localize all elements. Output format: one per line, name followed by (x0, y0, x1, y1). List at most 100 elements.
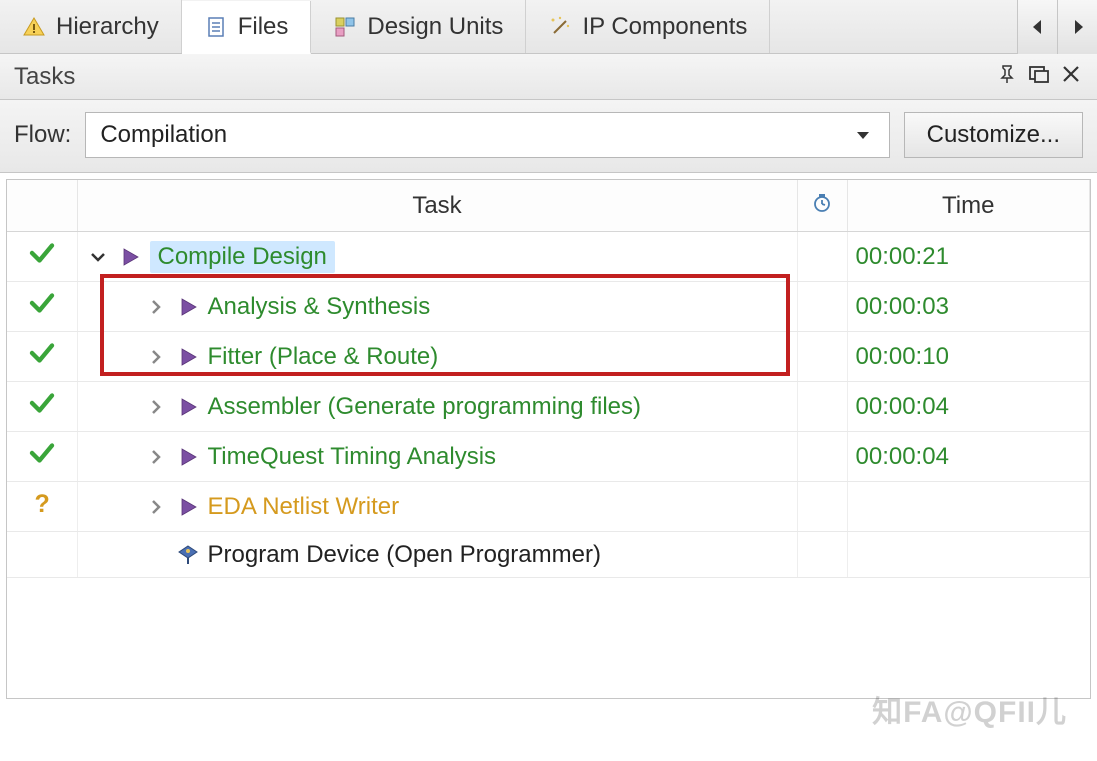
play-icon (176, 495, 200, 519)
arrow-right-icon (1066, 15, 1090, 39)
check-icon (27, 388, 57, 418)
status-cell (7, 282, 77, 332)
time-cell (847, 532, 1090, 578)
tab-scroll-right[interactable] (1057, 0, 1097, 54)
pin-button[interactable] (995, 62, 1019, 92)
tab-nav (1017, 0, 1097, 53)
col-time[interactable]: Time (847, 180, 1090, 232)
device-icon (176, 543, 200, 567)
task-row[interactable]: Assembler (Generate programming files) 00… (7, 382, 1090, 432)
expand-icon[interactable] (144, 295, 168, 319)
expand-icon[interactable] (144, 495, 168, 519)
clock-cell (797, 482, 847, 532)
task-label: EDA Netlist Writer (208, 493, 400, 521)
status-cell (7, 332, 77, 382)
tab-label: Hierarchy (56, 13, 159, 41)
question-icon (27, 488, 57, 518)
task-cell: Program Device (Open Programmer) (77, 532, 797, 578)
task-label: TimeQuest Timing Analysis (208, 443, 497, 471)
clock-cell (797, 232, 847, 282)
task-cell: Analysis & Synthesis (77, 282, 797, 332)
tab-scroll-left[interactable] (1017, 0, 1057, 54)
document-icon (204, 15, 228, 39)
clock-cell (797, 382, 847, 432)
time-cell: 00:00:21 (847, 232, 1090, 282)
customize-label: Customize... (927, 121, 1060, 149)
clock-cell (797, 282, 847, 332)
tab-hierarchy[interactable]: Hierarchy (0, 0, 182, 53)
clock-cell (797, 532, 847, 578)
tab-label: IP Components (582, 13, 747, 41)
task-cell: Fitter (Place & Route) (77, 332, 797, 382)
watermark: 知FA@QFII儿 (872, 687, 1067, 731)
task-row[interactable]: EDA Netlist Writer (7, 482, 1090, 532)
task-cell: TimeQuest Timing Analysis (77, 432, 797, 482)
task-label: Program Device (Open Programmer) (208, 541, 601, 569)
status-cell (7, 232, 77, 282)
play-icon (118, 245, 142, 269)
time-cell: 00:00:10 (847, 332, 1090, 382)
task-label: Fitter (Place & Route) (208, 343, 439, 371)
customize-button[interactable]: Customize... (904, 112, 1083, 158)
tasks-grid: Task Time Compile Design00:00:21Analysis… (6, 179, 1091, 699)
task-row[interactable]: Compile Design 00:00:21 (7, 232, 1090, 282)
flow-row: Flow: Compilation Customize... (0, 100, 1097, 173)
status-cell (7, 432, 77, 482)
dropdown-icon (851, 123, 875, 147)
time-cell (847, 482, 1090, 532)
expand-icon[interactable] (144, 345, 168, 369)
flow-value: Compilation (100, 121, 227, 149)
play-icon (176, 345, 200, 369)
tab-label: Files (238, 13, 289, 41)
flow-combo[interactable]: Compilation (85, 112, 889, 158)
status-cell (7, 532, 77, 578)
task-label: Analysis & Synthesis (208, 293, 431, 321)
tab-design-units[interactable]: Design Units (311, 0, 526, 53)
panel-header: Tasks (0, 54, 1097, 100)
clock-cell (797, 432, 847, 482)
check-icon (27, 238, 57, 268)
window-icon (1027, 62, 1051, 86)
clock-cell (797, 332, 847, 382)
task-label: Compile Design (150, 241, 335, 273)
close-button[interactable] (1059, 62, 1083, 92)
task-cell: EDA Netlist Writer (77, 482, 797, 532)
detach-button[interactable] (1027, 62, 1051, 92)
warning-icon (22, 15, 46, 39)
check-icon (27, 288, 57, 318)
close-icon (1059, 62, 1083, 86)
task-row[interactable]: Analysis & Synthesis 00:00:03 (7, 282, 1090, 332)
time-cell: 00:00:04 (847, 382, 1090, 432)
play-icon (176, 295, 200, 319)
pin-icon (995, 62, 1019, 86)
wand-icon (548, 15, 572, 39)
expand-icon[interactable] (144, 445, 168, 469)
check-icon (27, 338, 57, 368)
task-row[interactable]: TimeQuest Timing Analysis 00:00:04 (7, 432, 1090, 482)
task-row[interactable]: Fitter (Place & Route) 00:00:10 (7, 332, 1090, 382)
task-row[interactable]: Program Device (Open Programmer) (7, 532, 1090, 578)
expand-icon[interactable] (144, 395, 168, 419)
play-icon (176, 395, 200, 419)
expand-icon[interactable] (86, 245, 110, 269)
play-icon (176, 445, 200, 469)
task-label: Assembler (Generate programming files) (208, 393, 642, 421)
status-cell (7, 382, 77, 432)
blocks-icon (333, 15, 357, 39)
col-clock[interactable] (797, 180, 847, 232)
task-cell: Compile Design (77, 232, 797, 282)
arrow-left-icon (1026, 15, 1050, 39)
stopwatch-icon (810, 190, 834, 214)
task-cell: Assembler (Generate programming files) (77, 382, 797, 432)
tab-bar: Hierarchy Files Design Units IP Componen… (0, 0, 1097, 54)
time-cell: 00:00:03 (847, 282, 1090, 332)
time-cell: 00:00:04 (847, 432, 1090, 482)
tab-label: Design Units (367, 13, 503, 41)
check-icon (27, 438, 57, 468)
col-status[interactable] (7, 180, 77, 232)
flow-label: Flow: (14, 121, 71, 149)
tab-ip-components[interactable]: IP Components (526, 0, 770, 53)
tab-files[interactable]: Files (182, 1, 312, 54)
status-cell (7, 482, 77, 532)
col-task[interactable]: Task (77, 180, 797, 232)
